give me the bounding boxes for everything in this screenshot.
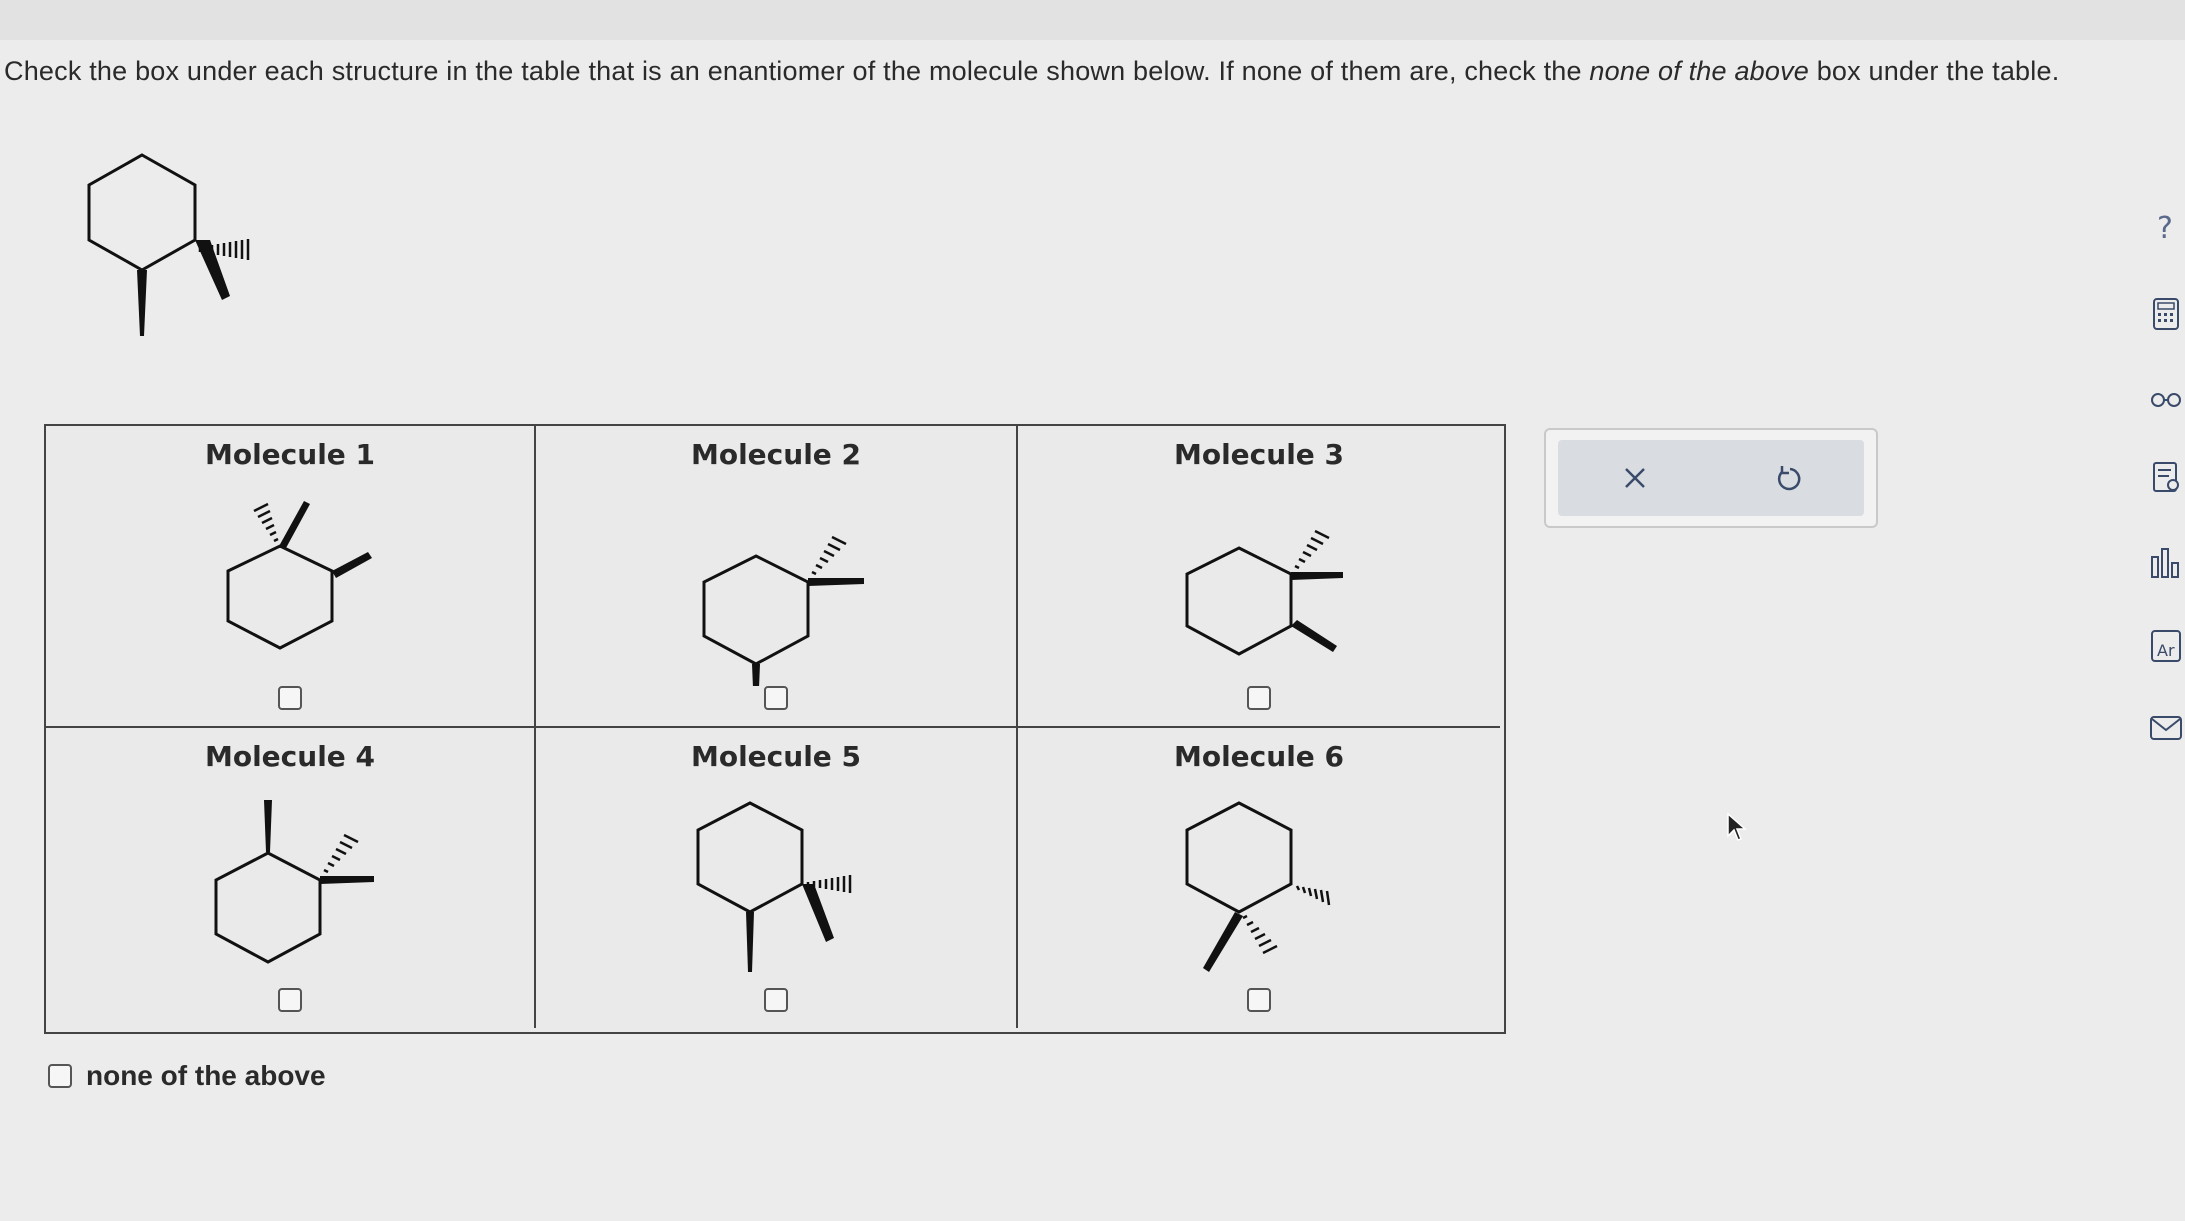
molecule-3-structure (1185, 529, 1343, 656)
molecule-label: Molecule 3 (1173, 438, 1345, 471)
molecule-4-structure (214, 800, 374, 964)
periodic-table-icon[interactable]: Ar (2148, 628, 2184, 664)
molecule-4-checkbox[interactable] (278, 988, 302, 1012)
calculator-icon[interactable] (2148, 296, 2184, 332)
target-molecule (87, 153, 250, 336)
none-of-the-above-label: none of the above (86, 1060, 326, 1091)
question-prompt: Check the box under each structure in th… (4, 55, 2094, 87)
notes-icon[interactable] (2148, 460, 2184, 496)
molecule-cell-3: Molecule 3 (1018, 426, 1500, 728)
molecule-2-checkbox[interactable] (764, 686, 788, 710)
molecule-label: Molecule 5 (690, 740, 862, 773)
molecule-cell-6: Molecule 6 (1018, 728, 1500, 1028)
molecule-1-structure (226, 501, 372, 650)
actions-bar (1558, 440, 1864, 516)
molecule-5-checkbox[interactable] (764, 988, 788, 1012)
molecule-cell-5: Molecule 5 (536, 728, 1018, 1028)
molecule-6-structure (1185, 801, 1331, 972)
svg-text:?: ? (2157, 211, 2173, 246)
svg-text:Ar: Ar (2157, 641, 2175, 660)
molecule-cell-2: Molecule 2 (536, 426, 1018, 728)
molecule-label: Molecule 2 (690, 438, 862, 471)
molecule-6-checkbox[interactable] (1247, 988, 1271, 1012)
mail-icon[interactable] (2148, 710, 2184, 746)
close-icon[interactable] (1615, 458, 1655, 498)
molecule-label: Molecule 1 (204, 438, 376, 471)
prompt-text-2: box under the table. (1809, 56, 2060, 86)
chart-icon[interactable] (2148, 544, 2184, 580)
molecule-1-checkbox[interactable] (278, 686, 302, 710)
undo-icon[interactable] (1768, 458, 1808, 498)
molecule-table: Molecule 1 Molecule 2 Molecule 3 Molecul… (44, 424, 1506, 1034)
molecule-label: Molecule 4 (204, 740, 376, 773)
molecule-2-structure (702, 535, 864, 686)
prompt-emphasis: none of the above (1589, 56, 1810, 86)
none-of-the-above-option[interactable]: none of the above (48, 1060, 326, 1092)
molecule-cell-1: Molecule 1 (46, 426, 536, 728)
molecule-3-checkbox[interactable] (1247, 686, 1271, 710)
top-bar (0, 0, 2185, 40)
none-of-the-above-checkbox[interactable] (48, 1064, 72, 1088)
mouse-cursor-icon (1727, 812, 1747, 841)
molecule-label: Molecule 6 (1173, 740, 1345, 773)
molecule-cell-4: Molecule 4 (46, 728, 536, 1028)
molecule-5-structure (696, 801, 852, 972)
glasses-icon[interactable] (2148, 382, 2184, 418)
answer-actions (1544, 428, 1878, 528)
prompt-text-1: Check the box under each structure in th… (4, 56, 1590, 86)
help-icon[interactable]: ? (2148, 210, 2184, 246)
